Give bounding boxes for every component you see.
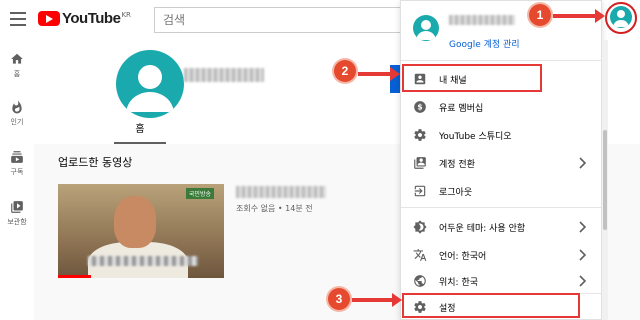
menu-item-logout[interactable]: 로그아웃 [401, 177, 601, 205]
menu-item-label: YouTube 스튜디오 [439, 131, 512, 142]
menu-item-label: 어두운 테마: 사용 안함 [439, 223, 526, 234]
account-name-redacted [449, 15, 515, 25]
watch-progress-bar [58, 275, 92, 278]
logout-icon [413, 184, 427, 198]
nav-item-library[interactable]: 보관함 [0, 200, 34, 227]
switch-account-icon [413, 156, 427, 170]
video-meta: 조회수 없음 • 14분 전 [236, 204, 313, 213]
menu-item-paid-memberships[interactable]: $ 유료 멤버십 [401, 93, 601, 121]
search-input[interactable] [155, 8, 403, 32]
menu-item-label: 위치: 한국 [439, 277, 479, 288]
video-title-redacted[interactable] [236, 186, 326, 198]
annotation-highlight-settings [402, 293, 580, 318]
logo-region: KR [121, 10, 131, 19]
channel-avatar [116, 50, 184, 118]
fire-icon [12, 100, 22, 114]
menu-item-label: 언어: 한국어 [439, 251, 487, 262]
video-thumbnail[interactable]: 국민방송 [58, 184, 224, 278]
thumbnail-caption-redacted [88, 256, 198, 266]
nav-item-trending[interactable]: 인기 [0, 100, 34, 127]
menu-item-label: 로그아웃 [439, 187, 473, 198]
library-icon [11, 201, 23, 213]
nav-label: 홈 [13, 70, 21, 78]
scrollbar-thumb[interactable] [603, 130, 607, 230]
youtube-logo[interactable]: YouTube KR [38, 10, 131, 27]
nav-label: 보관함 [7, 218, 27, 226]
nav-label: 인기 [10, 118, 24, 126]
hamburger-menu-icon[interactable] [10, 12, 26, 26]
left-nav: 홈 인기 구독 보관함 [0, 40, 34, 320]
manage-google-account-link[interactable]: Google 계정 관리 [449, 37, 520, 50]
thumbnail-channel-logo: 국민방송 [185, 188, 214, 199]
chevron-right-icon [579, 157, 587, 169]
chevron-right-icon [579, 221, 587, 233]
gear-icon [413, 128, 427, 142]
menu-item-language[interactable]: 언어: 한국어 [401, 241, 601, 269]
svg-text:$: $ [417, 103, 422, 112]
menu-item-dark-theme[interactable]: 어두운 테마: 사용 안함 [401, 213, 601, 241]
youtube-play-icon [38, 11, 60, 26]
nav-item-home[interactable]: 홈 [0, 52, 34, 79]
menu-item-label: 계정 전환 [439, 159, 475, 170]
annotation-arrow-3 [352, 293, 402, 307]
menu-item-label: 유료 멤버십 [439, 103, 484, 114]
logo-text: YouTube [62, 10, 121, 27]
page-scrollbar[interactable] [602, 40, 608, 320]
translate-icon [413, 248, 427, 262]
menu-item-location[interactable]: 위치: 한국 [401, 267, 601, 295]
account-menu: Google 계정 관리 내 채널 $ 유료 멤버십 YouTube 스튜디오 … [400, 0, 602, 320]
subscriptions-icon [11, 151, 23, 163]
account-avatar [413, 15, 439, 41]
person-icon [126, 65, 174, 112]
annotation-avatar-circle [605, 2, 637, 34]
annotation-step-2: 2 [334, 60, 356, 82]
chevron-right-icon [579, 249, 587, 261]
menu-item-switch-account[interactable]: 계정 전환 [401, 149, 601, 177]
globe-icon [413, 274, 427, 288]
chevron-right-icon [579, 275, 587, 287]
annotation-step-3: 3 [328, 288, 350, 310]
menu-item-youtube-studio[interactable]: YouTube 스튜디오 [401, 121, 601, 149]
annotation-highlight-my-channel [402, 64, 542, 92]
tab-home[interactable]: 홈 [114, 116, 166, 144]
search-box[interactable] [154, 7, 404, 33]
dollar-circle-icon: $ [413, 100, 427, 114]
annotation-step-1: 1 [529, 4, 551, 26]
nav-item-subscriptions[interactable]: 구독 [0, 150, 34, 177]
menu-divider [401, 207, 601, 208]
home-icon [11, 53, 23, 64]
person-icon [416, 20, 436, 40]
thumbnail-person-head [114, 196, 156, 248]
channel-name-redacted [184, 68, 264, 82]
account-header: Google 계정 관리 [401, 1, 601, 61]
nav-label: 구독 [10, 168, 24, 176]
section-title: 업로드한 동영상 [58, 156, 133, 169]
dark-theme-icon [413, 220, 427, 234]
annotation-arrow-2 [358, 67, 400, 81]
annotation-arrow-1 [553, 9, 605, 23]
